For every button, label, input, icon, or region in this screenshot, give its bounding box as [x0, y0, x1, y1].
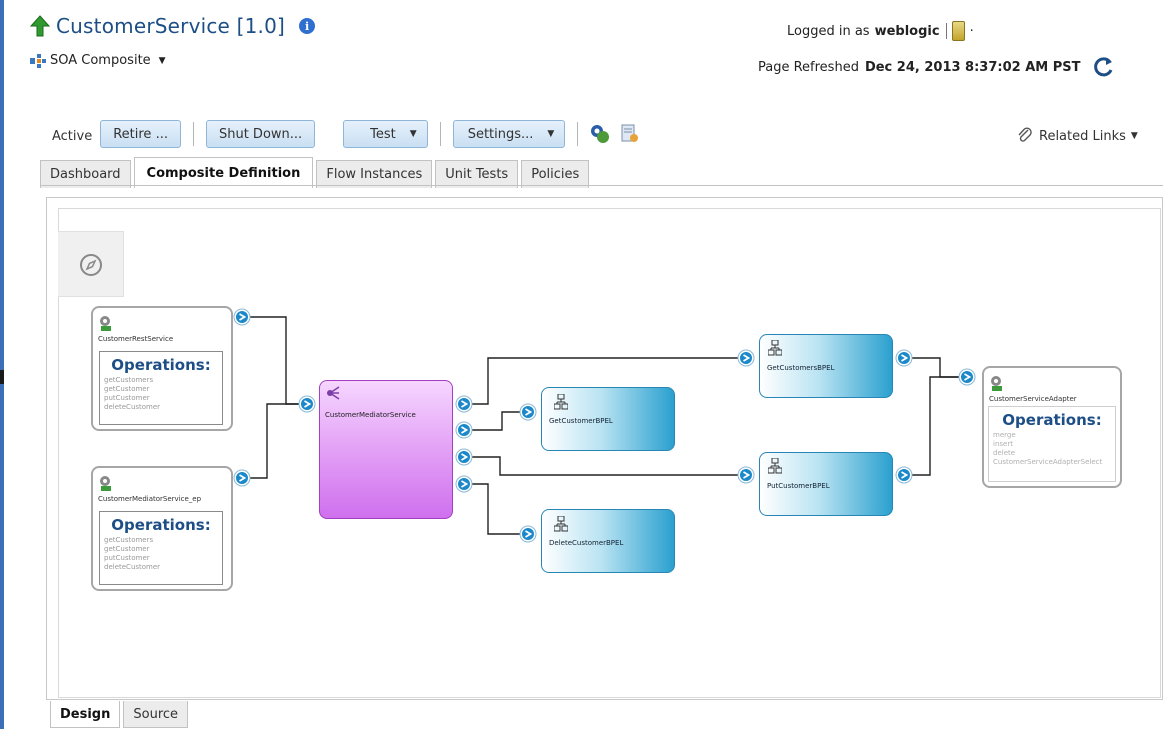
- bpel-process-icon: [768, 340, 782, 356]
- component-name: GetCustomersBPEL: [767, 364, 835, 372]
- operations-list: merge insert delete CustomerServiceAdapt…: [989, 431, 1115, 467]
- tab-dashboard[interactable]: Dashboard: [40, 160, 131, 188]
- shutdown-button[interactable]: Shut Down...: [205, 120, 316, 148]
- tab-flow-instances[interactable]: Flow Instances: [316, 160, 433, 188]
- operation-item[interactable]: putCustomer: [104, 554, 222, 563]
- bpel-process-icon: [554, 516, 568, 532]
- composite-tabs: Dashboard Composite Definition Flow Inst…: [40, 157, 592, 188]
- compass-icon: [80, 254, 102, 276]
- tab-unit-tests[interactable]: Unit Tests: [435, 160, 519, 188]
- service-customer-rest[interactable]: CustomerRestService Operations: getCusto…: [91, 306, 233, 431]
- deploy-icon[interactable]: [590, 124, 610, 144]
- operation-item[interactable]: deleteCustomer: [104, 563, 222, 572]
- operation-item[interactable]: merge: [993, 431, 1115, 440]
- chevron-down-icon: ▼: [409, 129, 417, 139]
- view-tabs: Design Source: [50, 701, 191, 728]
- tab-policies[interactable]: Policies: [521, 160, 590, 188]
- refresh-icon[interactable]: [1093, 56, 1115, 78]
- chevron-down-icon: ▼: [547, 129, 555, 139]
- related-links-label: Related Links: [1039, 128, 1126, 144]
- paperclip-icon: [1018, 127, 1032, 142]
- username: weblogic: [874, 23, 940, 39]
- settings-menu-button[interactable]: Settings... ▼: [452, 120, 566, 148]
- operation-item[interactable]: getCustomer: [104, 385, 222, 394]
- bpel-delete-customer[interactable]: DeleteCustomerBPEL: [541, 509, 675, 573]
- logged-in-label: Logged in as: [787, 23, 870, 39]
- gear-icon: [991, 376, 1002, 391]
- refreshed-time: Dec 24, 2013 8:37:02 AM PST: [864, 59, 1081, 75]
- mediator-component[interactable]: CustomerMediatorService: [319, 380, 453, 519]
- component-name: PutCustomerBPEL: [767, 482, 830, 490]
- test-menu-button[interactable]: Test ▼: [343, 120, 428, 148]
- operation-item[interactable]: deleteCustomer: [104, 403, 222, 412]
- operation-item[interactable]: getCustomers: [104, 536, 222, 545]
- reference-customer-service-adapter[interactable]: CustomerServiceAdapter Operations: merge…: [982, 366, 1122, 488]
- composite-toolbar: Active Retire ... Shut Down... Test ▼ Se…: [52, 120, 640, 148]
- bpel-process-icon: [554, 394, 568, 410]
- operation-item[interactable]: getCustomer: [104, 545, 222, 554]
- operations-title: Operations:: [111, 356, 211, 374]
- chevron-down-icon: ▼: [158, 55, 166, 66]
- info-icon[interactable]: i: [299, 18, 316, 34]
- tab-composite-definition[interactable]: Composite Definition: [133, 157, 314, 188]
- settings-label: Settings...: [467, 126, 534, 142]
- divider: [945, 23, 947, 39]
- operation-item[interactable]: insert: [993, 440, 1115, 449]
- page-header: CustomerService [1.0] i: [30, 14, 316, 38]
- operation-item[interactable]: putCustomer: [104, 394, 222, 403]
- soa-composite-menu[interactable]: SOA Composite ▼: [30, 53, 166, 68]
- component-name: DeleteCustomerBPEL: [549, 539, 624, 547]
- mediator-name: CustomerMediatorService: [325, 411, 416, 419]
- server-icon[interactable]: [951, 21, 965, 41]
- component-name: GetCustomerBPEL: [549, 417, 613, 425]
- divider: [577, 122, 579, 146]
- tab-source[interactable]: Source: [123, 701, 189, 728]
- divider: [439, 122, 441, 146]
- bpel-put-customer[interactable]: PutCustomerBPEL: [759, 452, 893, 516]
- reference-name: CustomerServiceAdapter: [989, 395, 1077, 403]
- window-edge: [0, 0, 4, 729]
- test-label: Test: [370, 126, 396, 142]
- navigator-tool[interactable]: [58, 231, 124, 297]
- chevron-down-icon: ▼: [1130, 131, 1138, 141]
- operations-title: Operations:: [111, 516, 211, 534]
- menu-dot[interactable]: ·: [970, 24, 974, 39]
- retire-button[interactable]: Retire ...: [100, 120, 181, 148]
- refreshed-label: Page Refreshed: [758, 59, 859, 75]
- operations-list: getCustomers getCustomer putCustomer del…: [100, 536, 222, 572]
- page-title: CustomerService [1.0]: [56, 14, 286, 38]
- gear-icon: [100, 316, 111, 331]
- gear-icon: [100, 476, 111, 491]
- green-up-arrow-icon: [30, 15, 50, 37]
- service-customer-mediator-ep[interactable]: CustomerMediatorService_ep Operations: g…: [91, 466, 233, 591]
- operations-list: getCustomers getCustomer putCustomer del…: [100, 376, 222, 412]
- mediator-icon: [327, 386, 340, 400]
- service-name: CustomerRestService: [98, 335, 174, 343]
- state-label: Active: [52, 128, 93, 144]
- bpel-get-customer[interactable]: GetCustomerBPEL: [541, 387, 675, 451]
- bpel-get-customers[interactable]: GetCustomersBPEL: [759, 334, 893, 398]
- export-icon[interactable]: [620, 124, 640, 144]
- divider: [192, 122, 194, 146]
- tab-design[interactable]: Design: [50, 701, 121, 728]
- splitter-handle[interactable]: [0, 370, 4, 384]
- operation-item[interactable]: getCustomers: [104, 376, 222, 385]
- operations-box: Operations: getCustomers getCustomer put…: [99, 351, 223, 425]
- operations-box: Operations: getCustomers getCustomer put…: [99, 511, 223, 585]
- related-links-menu[interactable]: Related Links ▼: [1016, 127, 1138, 145]
- login-info: Logged in as weblogic ·: [787, 21, 974, 41]
- operations-box: Operations: merge insert delete Customer…: [988, 406, 1116, 482]
- soa-composite-icon: [30, 53, 46, 68]
- operation-item[interactable]: delete: [993, 449, 1115, 458]
- operations-title: Operations:: [1002, 411, 1102, 429]
- composite-type-label: SOA Composite: [50, 53, 151, 68]
- bpel-process-icon: [768, 458, 782, 474]
- operation-item[interactable]: CustomerServiceAdapterSelect: [993, 458, 1115, 467]
- service-name: CustomerMediatorService_ep: [98, 495, 202, 503]
- tabs-underline: [40, 185, 1163, 186]
- refresh-info: Page Refreshed Dec 24, 2013 8:37:02 AM P…: [758, 56, 1115, 78]
